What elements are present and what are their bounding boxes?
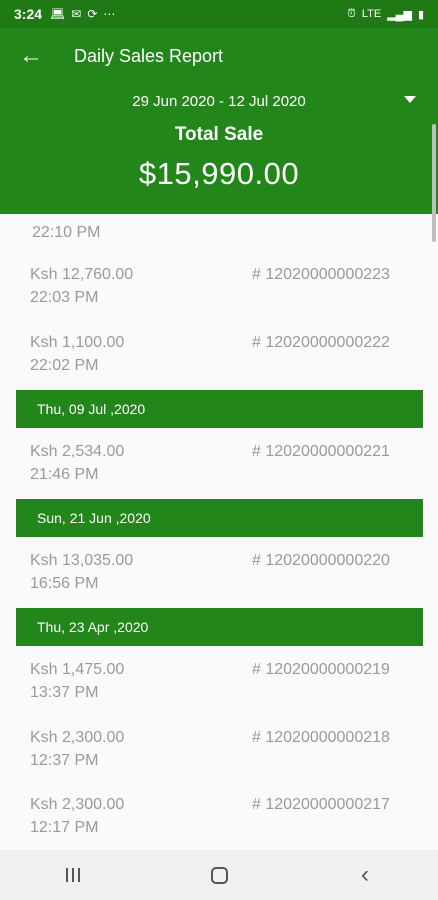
chevron-left-icon: ‹ bbox=[361, 861, 369, 888]
sale-time: 22:02 PM bbox=[30, 357, 99, 374]
partial-sale-time: 22:10 PM bbox=[32, 224, 101, 241]
more-icon: ⋯ bbox=[103, 7, 116, 21]
sale-receipt-number: # 12020000000218 bbox=[252, 729, 390, 746]
sale-time: 22:03 PM bbox=[30, 289, 99, 306]
sales-list[interactable]: 22:10 PM Ksh 12,760.00 # 12020000000223 … bbox=[0, 214, 438, 850]
sale-amount: Ksh 1,100.00 bbox=[30, 334, 125, 351]
alarm-icon: ⏰︎ bbox=[347, 7, 356, 20]
sale-receipt-number: # 12020000000219 bbox=[252, 661, 390, 678]
total-sale-amount: $15,990.00 bbox=[138, 156, 300, 191]
status-bar: 3:24 💻︎ ✉ ⟳ ⋯ ⏰︎ LTE ▂▄▆ ▮ bbox=[0, 0, 438, 28]
toolbar: ← Daily Sales Report bbox=[0, 28, 438, 84]
sale-time: 12:37 PM bbox=[30, 752, 99, 769]
day-header-label: Thu, 23 Apr ,2020 bbox=[37, 619, 149, 635]
day-header-label: Sun, 21 Jun ,2020 bbox=[37, 510, 151, 526]
sale-receipt-number: # 12020000000222 bbox=[252, 334, 390, 351]
back-nav-button[interactable]: ‹ bbox=[335, 855, 395, 895]
dropdown-arrow-icon[interactable] bbox=[404, 96, 416, 103]
sale-amount: Ksh 2,300.00 bbox=[30, 729, 125, 746]
sync-icon: ⟳ bbox=[87, 7, 98, 21]
day-header: Thu, 09 Jul ,2020 bbox=[16, 390, 423, 428]
day-header: Sun, 21 Jun ,2020 bbox=[16, 499, 423, 537]
date-range-text: 29 Jun 2020 - 12 Jul 2020 bbox=[132, 92, 306, 110]
sale-time: 13:37 PM bbox=[30, 684, 99, 701]
laptop-icon: 💻︎ bbox=[50, 7, 66, 21]
sale-amount: Ksh 13,035.00 bbox=[30, 552, 134, 569]
sale-receipt-number: # 12020000000217 bbox=[252, 796, 390, 813]
day-header: Thu, 23 Apr ,2020 bbox=[16, 608, 423, 646]
sale-amount: Ksh 2,534.00 bbox=[30, 443, 125, 460]
recent-apps-icon bbox=[66, 868, 80, 882]
app-header: ← Daily Sales Report 29 Jun 2020 - 12 Ju… bbox=[0, 28, 438, 242]
day-header-label: Thu, 09 Jul ,2020 bbox=[37, 401, 146, 417]
recent-apps-button[interactable] bbox=[43, 855, 103, 895]
system-navigation-bar: ‹ bbox=[0, 850, 438, 900]
sale-time: 16:56 PM bbox=[30, 575, 99, 592]
battery-icon: ▮ bbox=[417, 8, 424, 21]
sale-amount: Ksh 1,475.00 bbox=[30, 661, 125, 678]
total-sale-label: Total Sale bbox=[174, 124, 264, 145]
page-title: Daily Sales Report bbox=[74, 45, 224, 66]
sale-receipt-number: # 12020000000223 bbox=[252, 266, 390, 283]
date-range-selector[interactable]: 29 Jun 2020 - 12 Jul 2020 bbox=[0, 84, 438, 118]
home-button[interactable] bbox=[189, 855, 249, 895]
sale-amount: Ksh 12,760.00 bbox=[30, 266, 134, 283]
status-time: 3:24 bbox=[14, 6, 43, 22]
sale-receipt-number: # 12020000000221 bbox=[252, 443, 390, 460]
sale-time: 21:46 PM bbox=[30, 466, 99, 483]
sale-time: 12:17 PM bbox=[30, 819, 99, 836]
back-arrow-icon[interactable]: ← bbox=[18, 42, 44, 69]
lte-icon: LTE bbox=[361, 8, 382, 20]
mail-icon: ✉ bbox=[71, 7, 82, 21]
home-icon bbox=[210, 866, 228, 884]
sale-amount: Ksh 2,300.00 bbox=[30, 796, 125, 813]
sale-receipt-number: # 12020000000220 bbox=[252, 552, 390, 569]
signal-icon: ▂▄▆ bbox=[387, 8, 412, 21]
